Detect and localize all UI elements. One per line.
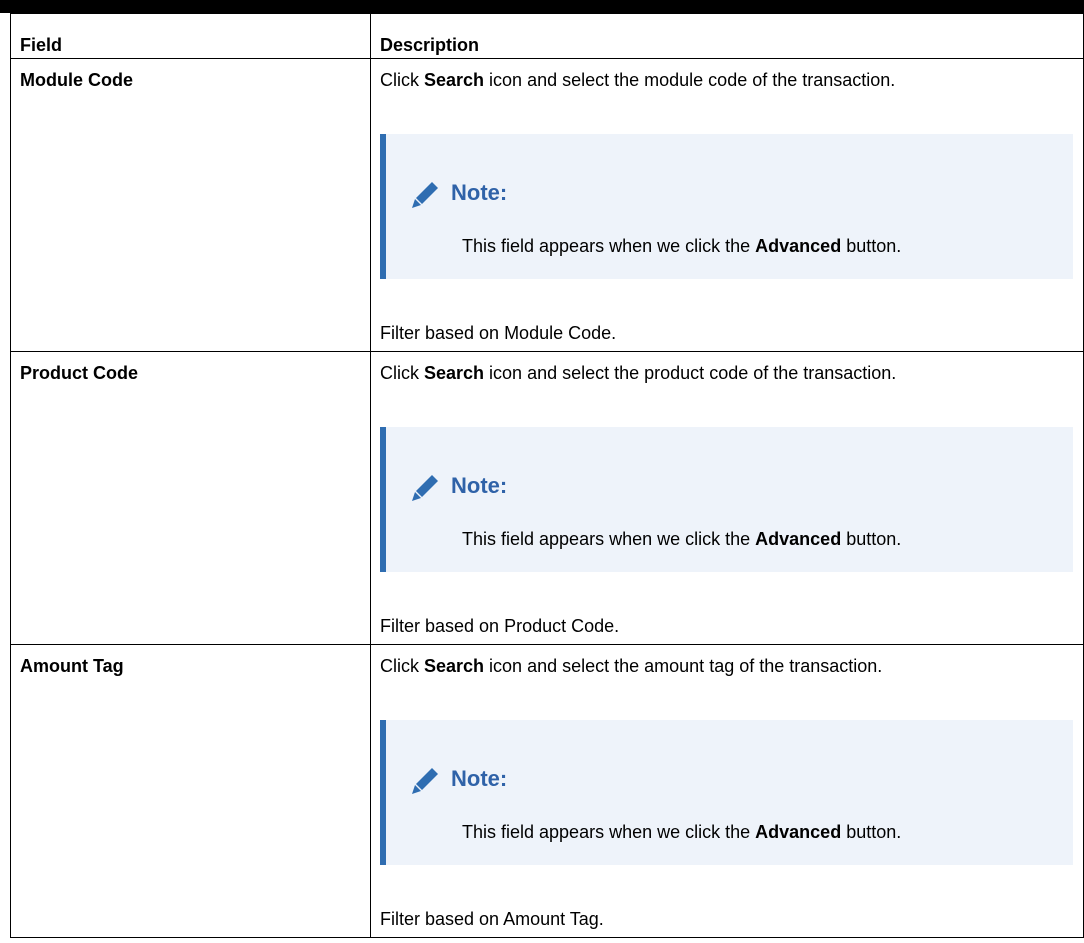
note-suffix: button.	[841, 236, 902, 256]
note-title: Note:	[451, 180, 508, 205]
note-box: Note: This field appears when we click t…	[380, 427, 1073, 572]
description-text: Click Search icon and select the module …	[380, 59, 1083, 91]
top-rule	[0, 0, 1084, 13]
description-text: Click Search icon and select the product…	[380, 352, 1083, 384]
filter-text: Filter based on Amount Tag.	[380, 909, 604, 929]
description-prefix: Click	[380, 363, 424, 383]
header-field-label: Field	[20, 35, 63, 55]
description-bold: Search	[424, 70, 485, 90]
note-suffix: button.	[841, 529, 902, 549]
note-suffix: button.	[841, 822, 902, 842]
note-prefix: This field appears when we click the	[462, 236, 756, 256]
header-field: Field	[10, 13, 371, 59]
header-description-label: Description	[380, 35, 480, 55]
field-name: Amount Tag	[20, 656, 124, 676]
note-text: This field appears when we click the Adv…	[462, 821, 901, 843]
note-title: Note:	[451, 473, 508, 498]
field-name: Module Code	[20, 70, 133, 90]
filter-text: Filter based on Module Code.	[380, 323, 617, 343]
description-suffix: icon and select the product code of the …	[484, 363, 897, 383]
description-cell: Click Search icon and select the module …	[370, 58, 1084, 352]
description-cell: Click Search icon and select the product…	[370, 351, 1084, 645]
header-description: Description	[370, 13, 1084, 59]
description-suffix: icon and select the module code of the t…	[484, 70, 896, 90]
note-bold: Advanced	[755, 529, 842, 549]
note-bold: Advanced	[755, 822, 842, 842]
pencil-icon	[412, 182, 438, 208]
note-prefix: This field appears when we click the	[462, 529, 756, 549]
description-cell: Click Search icon and select the amount …	[370, 644, 1084, 938]
field-cell: Module Code	[10, 58, 371, 352]
header-row: Field Description	[10, 13, 1084, 59]
pencil-icon	[412, 475, 438, 501]
field-name: Product Code	[20, 363, 139, 383]
note-box: Note: This field appears when we click t…	[380, 134, 1073, 279]
note-title: Note:	[451, 766, 508, 791]
note-bold: Advanced	[755, 236, 842, 256]
description-suffix: icon and select the amount tag of the tr…	[484, 656, 883, 676]
filter-text: Filter based on Product Code.	[380, 616, 620, 636]
table-row: Product Code Click Search icon and selec…	[10, 351, 1084, 645]
description-bold: Search	[424, 656, 485, 676]
description-bold: Search	[424, 363, 485, 383]
note-text: This field appears when we click the Adv…	[462, 235, 901, 257]
table-row: Amount Tag Click Search icon and select …	[10, 644, 1084, 938]
note-text: This field appears when we click the Adv…	[462, 528, 901, 550]
description-prefix: Click	[380, 70, 424, 90]
note-prefix: This field appears when we click the	[462, 822, 756, 842]
description-prefix: Click	[380, 656, 424, 676]
field-cell: Amount Tag	[10, 644, 371, 938]
description-text: Click Search icon and select the amount …	[380, 645, 1083, 677]
field-cell: Product Code	[10, 351, 371, 645]
table-row: Module Code Click Search icon and select…	[10, 58, 1084, 352]
note-box: Note: This field appears when we click t…	[380, 720, 1073, 865]
field-description-table: Field Description Module Code Click Sear…	[10, 13, 1084, 938]
pencil-icon	[412, 768, 438, 794]
